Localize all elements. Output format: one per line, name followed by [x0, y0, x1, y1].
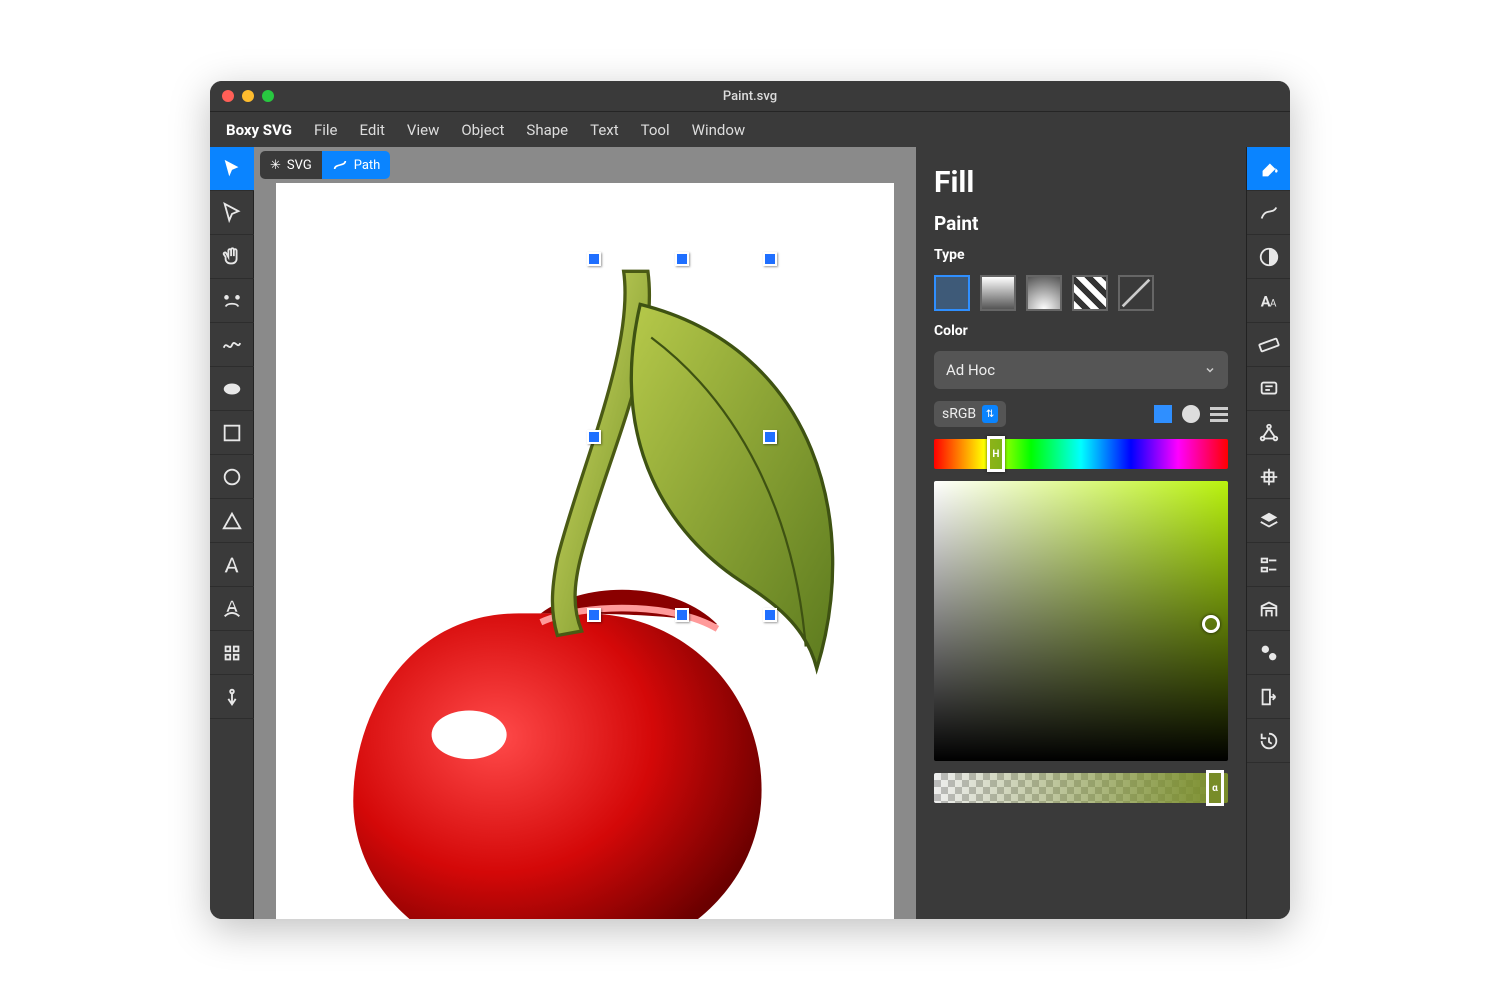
panel-section: Paint	[934, 212, 1228, 235]
zoom-icon[interactable]	[262, 90, 274, 102]
tool-select[interactable]	[210, 147, 254, 191]
menu-window[interactable]: Window	[692, 121, 746, 139]
fill-panel: Fill Paint Type Color Ad Hoc sRGB ⇅	[916, 147, 1246, 919]
type-linear[interactable]	[980, 275, 1016, 311]
color-preset-select[interactable]: Ad Hoc	[934, 351, 1228, 389]
panel-title: Fill	[934, 165, 1228, 200]
selection-handle[interactable]	[763, 608, 777, 622]
selection-handle[interactable]	[587, 608, 601, 622]
panel-comment-button[interactable]	[1247, 367, 1290, 411]
menu-object[interactable]: Object	[461, 121, 504, 139]
app-window: Paint.svg Boxy SVG File Edit View Object…	[210, 81, 1290, 919]
right-toolbar: AA	[1246, 147, 1290, 919]
crumb-label: Path	[354, 158, 381, 173]
panel-ruler-button[interactable]	[1247, 323, 1290, 367]
type-solid[interactable]	[934, 275, 970, 311]
menu-edit[interactable]: Edit	[360, 121, 385, 139]
type-pattern[interactable]	[1072, 275, 1108, 311]
panel-fill-button[interactable]	[1247, 147, 1290, 191]
menubar: Boxy SVG File Edit View Object Shape Tex…	[210, 111, 1290, 147]
window-title: Paint.svg	[723, 89, 777, 104]
minimize-icon[interactable]	[242, 90, 254, 102]
menu-view[interactable]: View	[407, 121, 439, 139]
canvas-area: ✳ SVG Path	[254, 147, 916, 919]
breadcrumb: ✳ SVG Path	[254, 147, 916, 183]
type-label: Type	[934, 247, 1228, 263]
crumb-path[interactable]: Path	[322, 151, 391, 179]
stepper-icon: ⇅	[982, 405, 998, 423]
canvas[interactable]	[276, 183, 894, 919]
selection-handle[interactable]	[675, 608, 689, 622]
tool-circle[interactable]	[210, 455, 254, 499]
titlebar: Paint.svg	[210, 81, 1290, 111]
tool-mesh[interactable]	[210, 279, 254, 323]
hue-slider[interactable]: H	[934, 439, 1228, 469]
tool-blob[interactable]	[210, 367, 254, 411]
selection-handle[interactable]	[587, 430, 601, 444]
panel-nodes-button[interactable]	[1247, 411, 1290, 455]
tool-anchor[interactable]	[210, 675, 254, 719]
hue-thumb[interactable]: H	[987, 436, 1005, 472]
panel-stroke-button[interactable]	[1247, 191, 1290, 235]
menu-text[interactable]: Text	[590, 121, 619, 139]
tool-text-path[interactable]	[210, 587, 254, 631]
type-radial[interactable]	[1026, 275, 1062, 311]
selection-handle[interactable]	[763, 252, 777, 266]
picker-mode-sliders[interactable]	[1210, 407, 1228, 422]
colorspace-select[interactable]: sRGB ⇅	[934, 401, 1006, 427]
close-icon[interactable]	[222, 90, 234, 102]
path-icon	[332, 157, 348, 173]
selection-handle[interactable]	[587, 252, 601, 266]
selection-handle[interactable]	[675, 252, 689, 266]
alpha-slider[interactable]: α	[934, 773, 1228, 803]
panel-layers-button[interactable]	[1247, 499, 1290, 543]
type-none[interactable]	[1118, 275, 1154, 311]
tool-triangle[interactable]	[210, 499, 254, 543]
selection-handle[interactable]	[763, 430, 777, 444]
left-toolbar	[210, 147, 254, 919]
menu-file[interactable]: File	[314, 121, 338, 139]
color-preset-value: Ad Hoc	[946, 361, 995, 379]
fill-type-row	[934, 275, 1228, 311]
color-label: Color	[934, 323, 1228, 339]
crumb-svg[interactable]: ✳ SVG	[260, 151, 322, 179]
asterisk-icon: ✳	[270, 158, 281, 173]
tool-direct-select[interactable]	[210, 191, 254, 235]
panel-library-button[interactable]	[1247, 587, 1290, 631]
sv-thumb[interactable]	[1202, 615, 1220, 633]
menu-tool[interactable]: Tool	[641, 121, 670, 139]
tool-crop[interactable]	[210, 631, 254, 675]
tool-freehand[interactable]	[210, 323, 254, 367]
crumb-label: SVG	[287, 158, 312, 173]
window-controls	[222, 90, 274, 102]
panel-contrast-button[interactable]	[1247, 235, 1290, 279]
panel-properties-button[interactable]	[1247, 543, 1290, 587]
panel-settings-button[interactable]	[1247, 631, 1290, 675]
artwork-cherry	[276, 183, 894, 919]
panel-typography-button[interactable]: AA	[1247, 279, 1290, 323]
chevron-down-icon	[1204, 364, 1216, 376]
menu-shape[interactable]: Shape	[526, 121, 568, 139]
tool-rect[interactable]	[210, 411, 254, 455]
tool-text[interactable]	[210, 543, 254, 587]
app-name[interactable]: Boxy SVG	[226, 121, 292, 139]
picker-mode-wheel[interactable]	[1182, 405, 1200, 423]
panel-align-button[interactable]	[1247, 455, 1290, 499]
saturation-value-picker[interactable]	[934, 481, 1228, 761]
panel-export-button[interactable]	[1247, 675, 1290, 719]
tool-hand[interactable]	[210, 235, 254, 279]
panel-history-button[interactable]	[1247, 719, 1290, 763]
svg-text:A: A	[1270, 298, 1277, 309]
alpha-thumb[interactable]: α	[1206, 770, 1224, 806]
colorspace-value: sRGB	[942, 406, 976, 422]
picker-mode-square[interactable]	[1154, 405, 1172, 423]
